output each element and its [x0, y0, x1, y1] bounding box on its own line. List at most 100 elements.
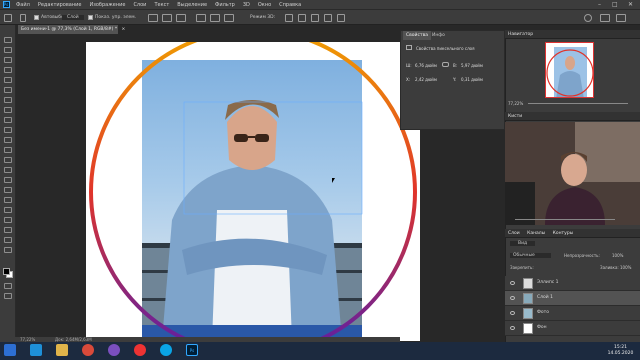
visibility-eye-icon[interactable] — [510, 296, 515, 300]
dodge-tool-icon[interactable] — [4, 177, 12, 183]
link-icon[interactable] — [442, 62, 449, 67]
visibility-eye-icon[interactable] — [510, 281, 515, 285]
navigator-zoom[interactable]: 77,22% — [508, 101, 523, 106]
yandex-icon[interactable] — [134, 344, 146, 356]
move-tool-icon[interactable] — [4, 14, 12, 22]
hand-tool-icon[interactable] — [4, 227, 12, 233]
layer-row-photo[interactable]: Фото — [505, 306, 640, 321]
skype-icon[interactable] — [160, 344, 172, 356]
gradient-tool-icon[interactable] — [4, 157, 12, 163]
tool-preset-icon[interactable] — [20, 14, 26, 22]
explorer-icon[interactable] — [56, 344, 68, 356]
workspace-icon[interactable] — [600, 14, 610, 22]
minimize-button[interactable]: – — [598, 1, 601, 8]
navigator-thumbnail[interactable] — [545, 42, 594, 98]
blur-tool-icon[interactable] — [4, 167, 12, 173]
auto-select-checkbox[interactable] — [34, 15, 39, 20]
auto-select-target-dropdown[interactable]: Слой — [62, 15, 84, 20]
healing-brush-tool-icon[interactable] — [4, 107, 12, 113]
height-field[interactable]: 5,97 дюйм — [461, 63, 483, 68]
tab-properties[interactable]: Свойства — [403, 31, 431, 40]
type-tool-icon[interactable] — [4, 197, 12, 203]
zoom-tool-icon[interactable] — [4, 237, 12, 243]
y-field[interactable]: 0,31 дюйм — [461, 77, 483, 82]
maximize-button[interactable]: □ — [612, 1, 618, 8]
opacity-field[interactable]: 100% — [612, 253, 623, 258]
layer-name[interactable]: Фон — [537, 325, 547, 330]
3d-roll-icon[interactable] — [298, 14, 306, 22]
lasso-tool-icon[interactable] — [4, 57, 12, 63]
quick-mask-icon[interactable] — [4, 283, 12, 289]
menu-layers[interactable]: Слои — [129, 2, 150, 8]
menu-image[interactable]: Изображение — [85, 2, 129, 8]
shape-tool-icon[interactable] — [4, 217, 12, 223]
menu-help[interactable]: Справка — [275, 2, 305, 8]
navigator-zoom-slider[interactable] — [528, 103, 628, 104]
eyedropper-tool-icon[interactable] — [4, 97, 12, 103]
3d-pan-icon[interactable] — [311, 14, 319, 22]
brush-size-slider[interactable] — [515, 219, 615, 220]
brushes-title[interactable]: Кисти — [508, 114, 522, 119]
start-icon[interactable] — [4, 344, 16, 356]
align-top-icon[interactable] — [196, 14, 206, 22]
layer-name[interactable]: Слой 1 — [537, 295, 553, 300]
3d-rotate-icon[interactable] — [285, 14, 293, 22]
menu-window[interactable]: Окно — [254, 2, 275, 8]
close-window-button[interactable]: ✕ — [628, 1, 633, 8]
chrome-icon[interactable] — [82, 344, 94, 356]
fill-field[interactable]: 100% — [620, 265, 631, 270]
align-right-icon[interactable] — [176, 14, 186, 22]
navigator-title[interactable]: Навигатор — [508, 32, 533, 37]
brush-tool-icon[interactable] — [4, 117, 12, 123]
ie-icon[interactable] — [30, 344, 42, 356]
eraser-tool-icon[interactable] — [4, 147, 12, 153]
menu-filter[interactable]: Фильтр — [211, 2, 239, 8]
3d-scale-icon[interactable] — [337, 14, 345, 22]
tab-layers[interactable]: Слои — [508, 231, 520, 236]
layer-name[interactable]: Эллипс 1 — [537, 280, 559, 285]
foreground-color-swatch[interactable] — [3, 268, 10, 275]
layer-row-ellipse[interactable]: Эллипс 1 — [505, 276, 640, 291]
tab-info[interactable]: Инфо — [429, 31, 448, 40]
document-tab[interactable]: Без имени-1 @ 77,3% (Слой 1, RGB/8#) * × — [18, 25, 125, 34]
align-bottom-icon[interactable] — [224, 14, 234, 22]
photoshop-taskbar-icon[interactable]: Ps — [186, 344, 198, 356]
menu-3d[interactable]: 3D — [239, 2, 254, 8]
menu-file[interactable]: Файл — [12, 2, 34, 8]
share-icon[interactable] — [616, 14, 626, 22]
crop-tool-icon[interactable] — [4, 77, 12, 83]
frame-tool-icon[interactable] — [4, 87, 12, 93]
width-field[interactable]: 6,76 дюйм — [415, 63, 437, 68]
pen-tool-icon[interactable] — [4, 187, 12, 193]
search-icon[interactable] — [584, 14, 592, 22]
layer-row-background[interactable]: Фон — [505, 321, 640, 336]
3d-slide-icon[interactable] — [324, 14, 332, 22]
blend-mode-dropdown[interactable]: Обычные — [510, 253, 551, 258]
align-middle-icon[interactable] — [210, 14, 220, 22]
document-tab-close-button[interactable]: × — [122, 27, 126, 32]
path-select-tool-icon[interactable] — [4, 207, 12, 213]
viber-icon[interactable] — [108, 344, 120, 356]
history-brush-tool-icon[interactable] — [4, 137, 12, 143]
more-tools-icon[interactable] — [4, 247, 12, 253]
menu-select[interactable]: Выделение — [173, 2, 211, 8]
x-field[interactable]: 2,42 дюйм — [415, 77, 437, 82]
menu-type[interactable]: Текст — [150, 2, 173, 8]
tab-paths[interactable]: Контуры — [553, 231, 574, 236]
layer-name[interactable]: Фото — [537, 310, 549, 315]
align-center-icon[interactable] — [162, 14, 172, 22]
align-left-icon[interactable] — [148, 14, 158, 22]
marquee-tool-icon[interactable] — [4, 47, 12, 53]
show-controls-checkbox[interactable] — [88, 15, 93, 20]
move-tool-icon[interactable] — [4, 37, 12, 43]
quick-select-tool-icon[interactable] — [4, 67, 12, 73]
taskbar-clock[interactable]: 15:21 14.05.2020 — [601, 342, 640, 360]
menu-edit[interactable]: Редактирование — [34, 2, 86, 8]
visibility-eye-icon[interactable] — [510, 311, 515, 315]
layer-filter-dropdown[interactable]: Вид — [510, 241, 536, 246]
screen-mode-icon[interactable] — [4, 293, 12, 299]
visibility-eye-icon[interactable] — [510, 326, 515, 330]
clone-stamp-tool-icon[interactable] — [4, 127, 12, 133]
tab-channels[interactable]: Каналы — [527, 231, 545, 236]
layer-row-layer1[interactable]: Слой 1 — [505, 291, 640, 306]
